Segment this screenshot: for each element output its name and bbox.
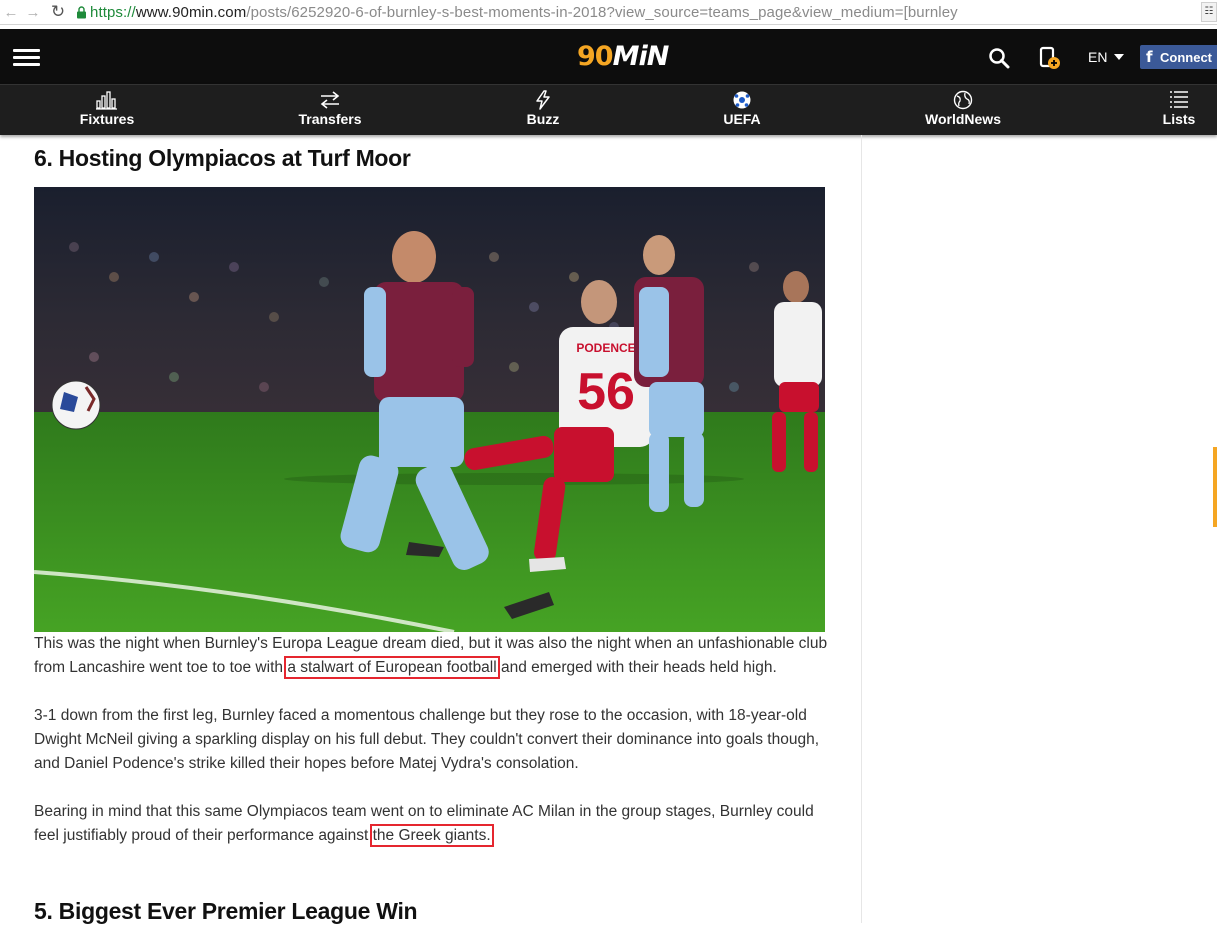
article-photo: PODENCE 56 13 (34, 187, 825, 632)
article-content: 6. Hosting Olympiacos at Turf Moor PODEN… (0, 135, 862, 924)
reload-icon[interactable]: ↻ (44, 0, 72, 25)
paragraph-2: 3-1 down from the first leg, Burnley fac… (34, 707, 819, 772)
nav-item-fixtures[interactable]: Fixtures (80, 85, 134, 136)
nav-item-label: Buzz (526, 111, 560, 127)
section-heading: 5. Biggest Ever Premier League Win (34, 898, 418, 924)
scroll-indicator (1213, 447, 1217, 527)
nav-item-uefa[interactable]: UEFA (720, 85, 764, 136)
notification-icon[interactable] (1038, 45, 1062, 71)
nav-item-label: WorldNews (925, 111, 1001, 127)
site-logo[interactable]: 90 MiN (577, 41, 670, 75)
link-stalwart-of-european-football[interactable]: a stalwart of European football (284, 656, 500, 679)
lock-icon (72, 0, 90, 25)
nav-item-worldnews[interactable]: WorldNews (925, 85, 1001, 136)
language-selector[interactable]: EN (1088, 49, 1125, 65)
football-icon (733, 91, 751, 109)
facebook-icon: f (1146, 48, 1153, 66)
nav-item-buzz[interactable]: Buzz (523, 85, 563, 136)
link-the-greek-giants[interactable]: the Greek giants. (369, 824, 494, 847)
browser-address-bar: ← → ↻ https://www.90min.com/posts/625292… (0, 0, 1217, 25)
lightning-icon (536, 90, 550, 110)
logo-number: 90 (577, 41, 614, 72)
url-path: /posts/6252920-6-of-burnley-s-best-momen… (246, 3, 958, 21)
connect-label: Connect (1160, 49, 1212, 65)
nav-item-transfers[interactable]: Transfers (297, 85, 363, 136)
hamburger-menu-icon[interactable] (13, 49, 40, 66)
nav-item-label: UEFA (723, 111, 761, 127)
paragraph-1: This was the night when Burnley's Europa… (34, 632, 834, 680)
translate-extension-icon[interactable]: ☷ (1201, 2, 1217, 22)
language-label: EN (1088, 49, 1108, 65)
paragraph-text: and emerged with their heads held high. (496, 659, 777, 676)
paragraph-3: Bearing in mind that this same Olympiaco… (34, 800, 834, 848)
url-scheme: https:// (90, 3, 136, 21)
nav-item-label: Fixtures (79, 111, 135, 127)
facebook-connect-button[interactable]: f Connect (1140, 45, 1217, 69)
shirt-number: 56 (577, 363, 635, 421)
nav-item-label: Transfers (298, 111, 362, 127)
back-arrow-icon[interactable]: ← (0, 0, 22, 25)
shirt-name: PODENCE (576, 341, 635, 355)
logo-word: MiN (612, 41, 670, 72)
section-heading: 6. Hosting Olympiacos at Turf Moor (34, 145, 411, 171)
url-host: www.90min.com (135, 3, 247, 21)
nav-item-label: Lists (1162, 111, 1196, 127)
nav-item-lists[interactable]: Lists (1161, 85, 1197, 136)
chevron-down-icon (1114, 54, 1125, 60)
list-icon (1170, 91, 1188, 108)
bar-chart-icon (96, 91, 117, 110)
forward-arrow-icon[interactable]: → (22, 0, 44, 25)
url-field[interactable]: https://www.90min.com/posts/6252920-6-of… (90, 4, 958, 21)
category-nav: Fixtures Transfers Buzz UEFA WorldNews L… (0, 84, 1217, 135)
site-header: 90 MiN EN f Connect (0, 29, 1217, 84)
search-icon[interactable] (988, 47, 1010, 69)
swap-arrows-icon (320, 91, 340, 109)
globe-icon (953, 90, 973, 110)
